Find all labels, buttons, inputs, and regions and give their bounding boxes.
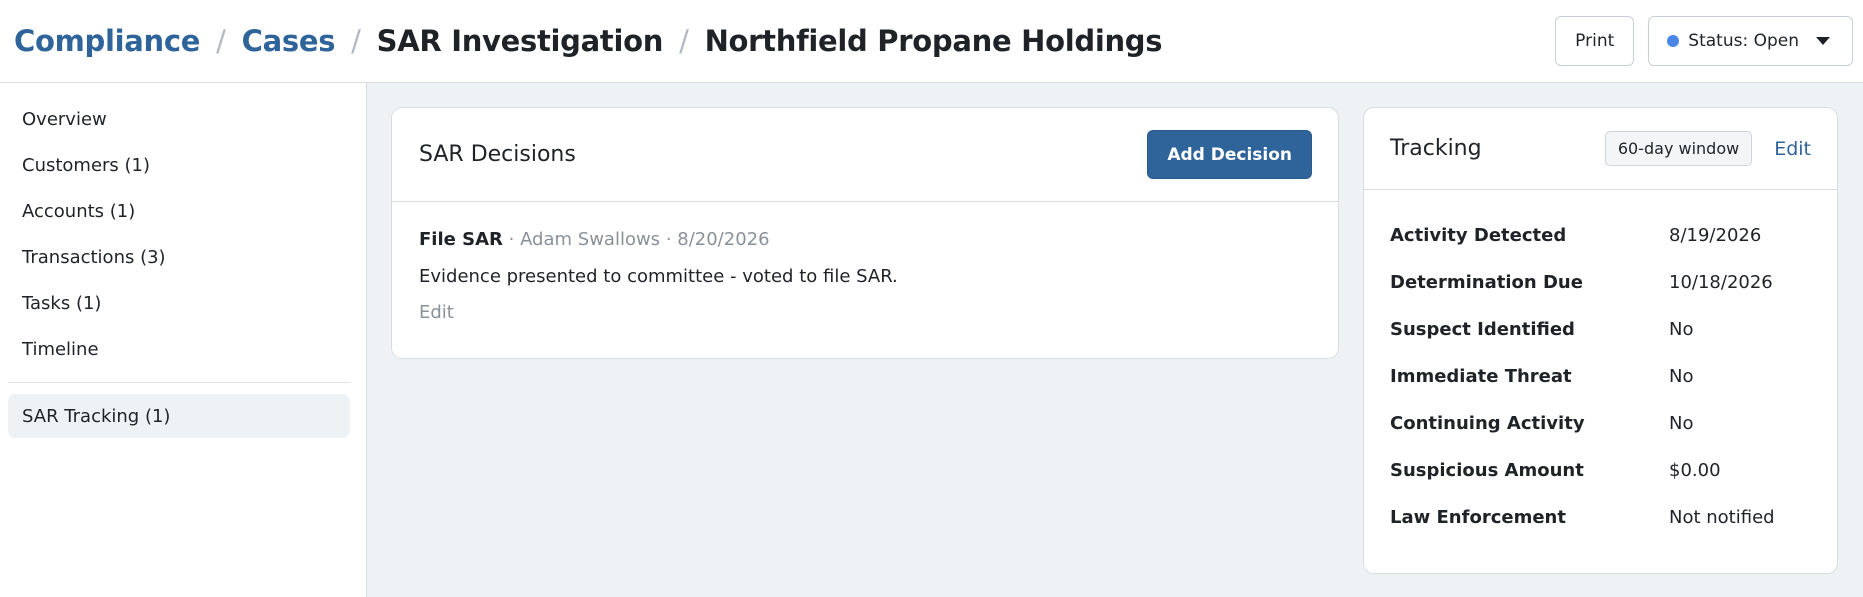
tracking-row: Continuing Activity No: [1364, 400, 1837, 447]
decision-note: Evidence presented to committee - voted …: [419, 266, 898, 287]
breadcrumb-separator: /: [216, 24, 226, 58]
tracking-label: Immediate Threat: [1390, 366, 1572, 387]
tracking-value: Not notified: [1669, 507, 1775, 528]
decision-type: File SAR: [419, 229, 503, 250]
page-title: Northfield Propane Holdings: [704, 24, 1163, 58]
breadcrumb-compliance-link[interactable]: Compliance: [14, 24, 200, 58]
decision-item: File SAR · Adam Swallows · 8/20/2026 Evi…: [392, 202, 1338, 325]
tracking-list: Activity Detected 8/19/2026 Determinatio…: [1364, 190, 1837, 541]
sidebar-divider: [8, 382, 350, 383]
breadcrumb-cases-link[interactable]: Cases: [242, 24, 336, 58]
sidebar-item-timeline[interactable]: Timeline: [0, 326, 366, 372]
tracking-header-actions: 60-day window Edit: [1604, 131, 1811, 166]
sidebar-item-customers[interactable]: Customers (1): [0, 142, 366, 188]
sar-decisions-header: SAR Decisions Add Decision: [392, 108, 1338, 202]
tracking-label: Continuing Activity: [1390, 413, 1585, 434]
sar-decisions-title: SAR Decisions: [419, 142, 576, 167]
breadcrumb-separator: /: [679, 24, 689, 58]
meta-separator: ·: [508, 229, 521, 250]
tracking-edit-link[interactable]: Edit: [1774, 138, 1811, 160]
tracking-label: Activity Detected: [1390, 225, 1567, 246]
breadcrumb-case-type: SAR Investigation: [376, 24, 664, 58]
tracking-row: Law Enforcement Not notified: [1364, 494, 1837, 541]
sidebar-item-accounts[interactable]: Accounts (1): [0, 188, 366, 234]
breadcrumb-separator: /: [351, 24, 361, 58]
tracking-row: Suspect Identified No: [1364, 306, 1837, 353]
tracking-value: No: [1669, 366, 1694, 387]
tracking-value: 8/19/2026: [1669, 225, 1762, 246]
sar-decisions-card: SAR Decisions Add Decision File SAR · Ad…: [391, 107, 1339, 359]
meta-separator: ·: [665, 229, 678, 250]
header-bar: Compliance / Cases / SAR Investigation /…: [0, 0, 1863, 83]
status-dropdown[interactable]: Status: Open: [1648, 16, 1853, 66]
tracking-value: No: [1669, 319, 1694, 340]
tracking-label: Suspicious Amount: [1390, 460, 1584, 481]
print-button[interactable]: Print: [1555, 16, 1635, 66]
tracking-value: 10/18/2026: [1669, 272, 1773, 293]
tracking-label: Law Enforcement: [1390, 507, 1566, 528]
add-decision-button[interactable]: Add Decision: [1147, 130, 1312, 179]
tracking-row: Activity Detected 8/19/2026: [1364, 212, 1837, 259]
tracking-value: No: [1669, 413, 1694, 434]
tracking-label: Suspect Identified: [1390, 319, 1575, 340]
tracking-title: Tracking: [1390, 136, 1482, 161]
sidebar: Overview Customers (1) Accounts (1) Tran…: [0, 83, 367, 597]
tracking-row: Immediate Threat No: [1364, 353, 1837, 400]
decision-author: Adam Swallows: [520, 229, 661, 250]
tracking-header: Tracking 60-day window Edit: [1364, 108, 1837, 190]
breadcrumb: Compliance / Cases / SAR Investigation /…: [14, 24, 1163, 58]
sidebar-item-sar-tracking[interactable]: SAR Tracking (1): [8, 394, 350, 438]
status-label: Status: Open: [1688, 31, 1799, 51]
decision-edit-link[interactable]: Edit: [419, 301, 1311, 325]
decision-date: 8/20/2026: [677, 229, 770, 250]
header-actions: Print Status: Open: [1555, 16, 1853, 66]
window-badge: 60-day window: [1604, 131, 1753, 166]
decision-meta: File SAR · Adam Swallows · 8/20/2026: [419, 228, 1311, 252]
tracking-value: $0.00: [1669, 460, 1721, 481]
tracking-card: Tracking 60-day window Edit Activity Det…: [1363, 107, 1838, 574]
tracking-label: Determination Due: [1390, 272, 1583, 293]
sidebar-item-transactions[interactable]: Transactions (3): [0, 234, 366, 280]
tracking-row: Suspicious Amount $0.00: [1364, 447, 1837, 494]
sidebar-item-overview[interactable]: Overview: [0, 96, 366, 142]
sidebar-item-tasks[interactable]: Tasks (1): [0, 280, 366, 326]
status-dot-icon: [1667, 35, 1680, 47]
caret-down-icon: [1816, 37, 1830, 45]
tracking-row: Determination Due 10/18/2026: [1364, 259, 1837, 306]
